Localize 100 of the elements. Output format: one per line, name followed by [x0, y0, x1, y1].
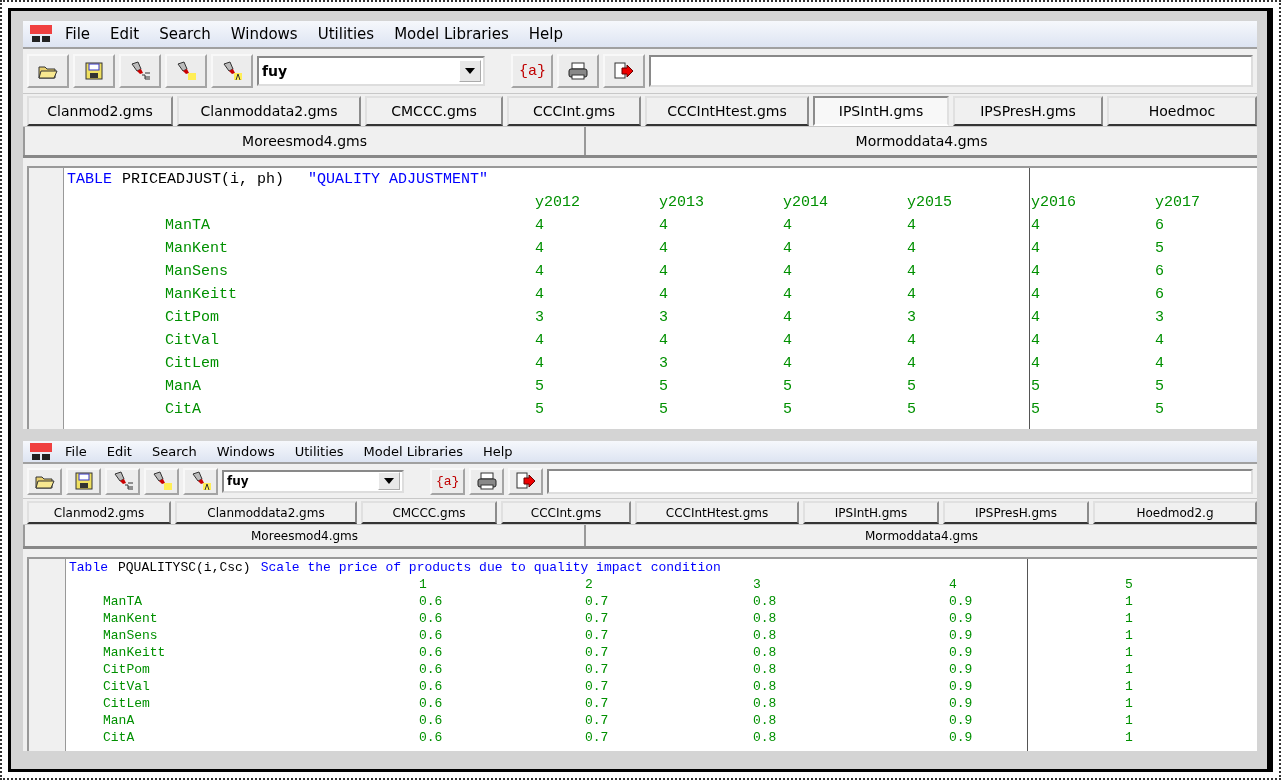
menu-item[interactable]: Search [151, 25, 219, 43]
toolbar-button[interactable] [183, 467, 218, 495]
table-value: 0.6 [419, 712, 444, 729]
table-value: 4 [659, 285, 669, 305]
file-tab[interactable]: CCCIntHtest.gms [645, 96, 809, 126]
toolbar-button[interactable] [66, 467, 101, 495]
menu-item[interactable]: Help [474, 444, 521, 459]
menu-item[interactable]: Help [520, 25, 571, 43]
search-combo[interactable]: fuy [222, 469, 405, 493]
code-editor[interactable] [27, 557, 1257, 751]
menu-item[interactable]: Utilities [286, 444, 352, 459]
file-tab[interactable]: CCCInt.gms [501, 501, 631, 524]
table-value: 1 [1125, 644, 1134, 661]
file-tab[interactable]: Clanmod2.gms [27, 96, 173, 126]
table-value: 4 [907, 216, 917, 236]
app-logo-icon [29, 24, 53, 44]
menu-item[interactable]: Windows [208, 444, 283, 459]
table-value: 4 [1155, 331, 1165, 351]
file-tab[interactable]: CMCCC.gms [365, 96, 503, 126]
symbol-button[interactable]: {a} [511, 54, 554, 88]
table-value: 5 [535, 377, 545, 397]
table-value: 4 [907, 239, 917, 259]
table-value: 4 [907, 331, 917, 351]
table-value: 0.7 [585, 610, 610, 627]
file-tab[interactable]: Hoedmod2.g [1093, 501, 1257, 524]
file-tab[interactable]: Clanmod2.gms [27, 501, 171, 524]
menu-item[interactable]: Model Libraries [386, 25, 517, 43]
table-value: 4 [1155, 354, 1165, 374]
file-tab[interactable]: IPSPresH.gms [943, 501, 1089, 524]
toolbar-button[interactable] [27, 54, 69, 88]
table-value: 6 [1155, 262, 1165, 282]
table-value: 4 [1031, 285, 1041, 305]
table-value: 0.8 [753, 729, 778, 746]
file-tab[interactable]: Clanmoddata2.gms [177, 96, 361, 126]
toolbar-button[interactable] [119, 54, 161, 88]
toolbar-button[interactable] [105, 467, 140, 495]
parameter-field[interactable] [547, 468, 1253, 494]
menu-item[interactable]: File [57, 444, 95, 459]
table-value: 0.6 [419, 729, 444, 746]
menu-item[interactable]: Utilities [309, 25, 383, 43]
table-value: 0.7 [585, 593, 610, 610]
printer-icon [567, 61, 590, 81]
file-tab[interactable]: IPSPresH.gms [953, 96, 1103, 126]
column-header: 2 [585, 576, 594, 593]
column-header: y2015 [907, 193, 953, 213]
table-value: 1 [1125, 678, 1134, 695]
table-value: 0.7 [585, 678, 610, 695]
run-button[interactable] [508, 467, 544, 495]
code-description: "QUALITY ADJUSTMENT" [308, 170, 489, 190]
printer-icon [475, 471, 498, 491]
row-label: CitPom [165, 308, 220, 328]
table-value: 0.9 [949, 729, 974, 746]
table-value: 4 [783, 262, 793, 282]
row-label: ManKeitt [103, 644, 167, 661]
row-label: CitA [103, 729, 136, 746]
table-value: 0.6 [419, 661, 444, 678]
caret-icon [465, 68, 476, 74]
row-label: ManKeitt [165, 285, 238, 305]
menu-item[interactable]: Edit [98, 444, 140, 459]
file-tab[interactable]: Clanmoddata2.gms [175, 501, 357, 524]
code-description: Scale the price of products due to quality impact condition [260, 559, 721, 576]
column-header: y2012 [535, 193, 581, 213]
search-combo[interactable]: fuy [257, 56, 486, 86]
table-value: 1 [1125, 627, 1134, 644]
symbol-button[interactable]: {a} [430, 467, 466, 495]
file-tab[interactable]: CMCCC.gms [361, 501, 497, 524]
table-value: 5 [907, 400, 917, 420]
menu-item[interactable]: Model Libraries [355, 444, 471, 459]
menu-item[interactable]: Windows [222, 25, 306, 43]
file-tab[interactable]: CCCIntHtest.gms [635, 501, 799, 524]
code-editor[interactable] [27, 166, 1257, 429]
file-tab[interactable]: Hoedmoc [1107, 96, 1257, 126]
run-button[interactable] [603, 54, 646, 88]
table-value: 5 [659, 377, 669, 397]
menu-item[interactable]: Edit [102, 25, 148, 43]
code-keyword: Table [69, 559, 108, 576]
table-value: 0.9 [949, 610, 974, 627]
file-tab[interactable]: CCCInt.gms [507, 96, 641, 126]
table-value: 4 [535, 285, 545, 305]
print-button[interactable] [469, 467, 505, 495]
app-logo-icon [29, 441, 53, 462]
menu-item[interactable]: File [57, 25, 99, 43]
toolbar-button[interactable] [27, 467, 62, 495]
toolbar-button[interactable] [144, 467, 179, 495]
parameter-field[interactable] [649, 55, 1253, 87]
table-value: 4 [1031, 354, 1041, 374]
table-value: 0.9 [949, 593, 974, 610]
file-tab[interactable]: IPSIntH.gms [803, 501, 939, 524]
file-tab[interactable]: IPSIntH.gms [813, 96, 949, 126]
table-value: 0.8 [753, 678, 778, 695]
table-value: 4 [783, 216, 793, 236]
table-value: 5 [1155, 400, 1165, 420]
menu-item[interactable]: Search [143, 444, 205, 459]
toolbar-button[interactable] [211, 54, 253, 88]
table-value: 0.7 [585, 695, 610, 712]
row-label: CitVal [103, 678, 151, 695]
column-header: y2014 [783, 193, 829, 213]
print-button[interactable] [557, 54, 600, 88]
save-icon [72, 471, 95, 491]
toolbar-button[interactable] [73, 54, 115, 88]
